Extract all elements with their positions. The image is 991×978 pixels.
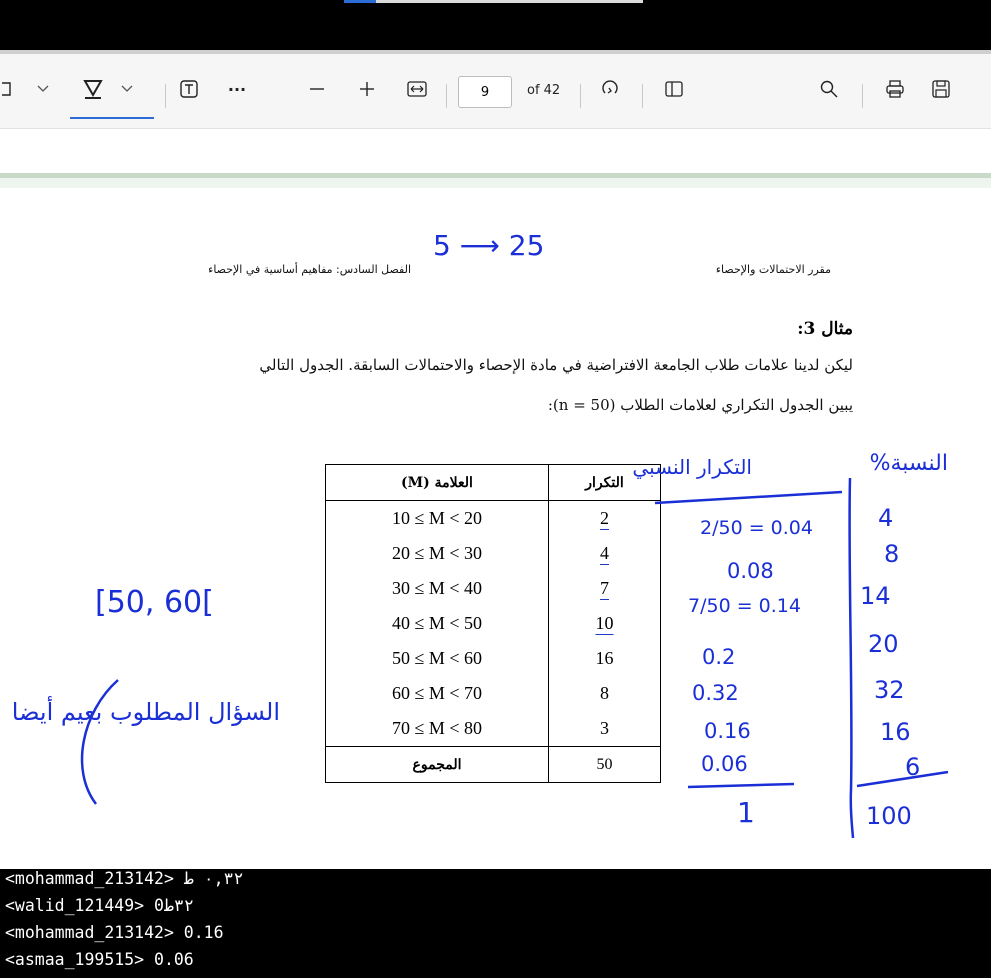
- ink-percent-value: 32: [874, 676, 905, 704]
- chat-panel: <mohammad_213142> ٠,٣٢ ط <walid_121449> …: [0, 869, 991, 978]
- ink-relative-value: 0.06: [701, 752, 748, 776]
- ink-percent-value: 16: [880, 718, 911, 746]
- ink-relative-value: 0.32: [692, 681, 739, 705]
- ink-interval-note: [50, 60[: [95, 585, 214, 620]
- ink-relative-value: 0.16: [704, 719, 751, 743]
- ink-relative-header: التكرار النسبي: [632, 455, 752, 480]
- ink-percent-sum-line: [856, 770, 949, 788]
- ink-relative-value: 0.08: [727, 559, 774, 583]
- ink-relative-value: 7/50 = 0.14: [688, 595, 801, 617]
- ink-relative-value: 2/50 = 0.04: [700, 517, 813, 539]
- chat-message: <walid_121449> ٣٢ط0: [5, 896, 194, 915]
- chat-message: <asmaa_199515> 0.06: [5, 950, 194, 969]
- ink-percent-value: 20: [868, 630, 899, 658]
- ink-top-note: 5 ⟶ 25: [433, 229, 544, 262]
- ink-column-divider: [848, 477, 855, 839]
- ink-header-line: [654, 490, 843, 505]
- ink-percent-total: 100: [866, 802, 912, 830]
- chat-message: <mohammad_213142> 0.16: [5, 923, 224, 942]
- ink-relative-value: 0.2: [702, 645, 735, 669]
- ink-relative-total: 1: [737, 796, 755, 829]
- ink-percent-value: 4: [878, 504, 893, 532]
- ink-question-note: السؤال المطلوب بعيم أيضا: [12, 696, 280, 726]
- ink-percent-value: 8: [884, 540, 899, 568]
- chat-message: <mohammad_213142> ٠,٣٢ ط: [5, 869, 244, 888]
- ink-sum-line: [687, 782, 795, 789]
- handwritten-annotations: 5 ⟶ 25 التكرار النسبي النسبة% 2/50 = 0.0…: [12, 229, 949, 839]
- ink-percent-value: 14: [860, 582, 891, 610]
- ink-percent-header: النسبة%: [870, 451, 948, 476]
